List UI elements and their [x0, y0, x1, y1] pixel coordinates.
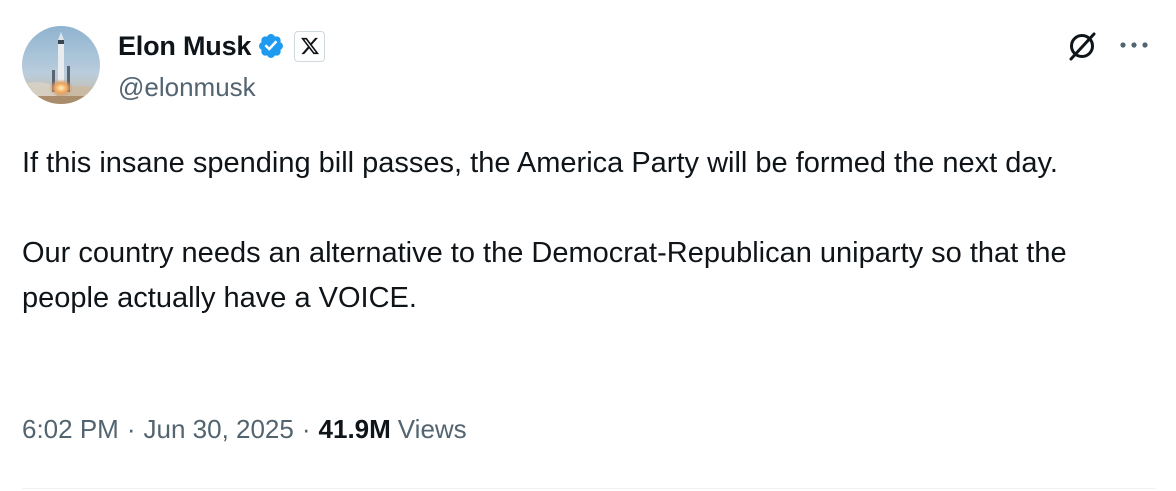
- author-handle[interactable]: @elonmusk: [118, 72, 256, 103]
- views-label[interactable]: Views: [398, 414, 467, 445]
- x-logo-icon[interactable]: [294, 30, 326, 62]
- avatar[interactable]: [22, 26, 100, 104]
- meta-separator: ·: [301, 414, 311, 444]
- divider: [22, 488, 1156, 489]
- tweet-date[interactable]: Jun 30, 2025: [144, 414, 294, 445]
- tweet-card: Elon Musk @elonmusk If this insane spend…: [0, 0, 1176, 491]
- tweet-meta: 6:02 PM · Jun 30, 2025 · 41.9M Views: [22, 414, 467, 445]
- tweet-paragraph: Our country needs an alternative to the …: [22, 237, 1067, 314]
- author-display-name[interactable]: Elon Musk: [118, 31, 251, 62]
- tweet-text: If this insane spending bill passes, the…: [22, 141, 1152, 321]
- grok-icon[interactable]: [1064, 28, 1100, 64]
- tweet-paragraph: If this insane spending bill passes, the…: [22, 147, 1058, 179]
- tweet-time[interactable]: 6:02 PM: [22, 414, 119, 445]
- meta-separator: ·: [126, 414, 136, 444]
- views-count[interactable]: 41.9M: [319, 414, 391, 445]
- verified-badge-icon[interactable]: [257, 32, 285, 60]
- author-name-row: Elon Musk: [118, 28, 326, 64]
- more-icon[interactable]: [1112, 30, 1156, 60]
- avatar-image: [22, 26, 100, 104]
